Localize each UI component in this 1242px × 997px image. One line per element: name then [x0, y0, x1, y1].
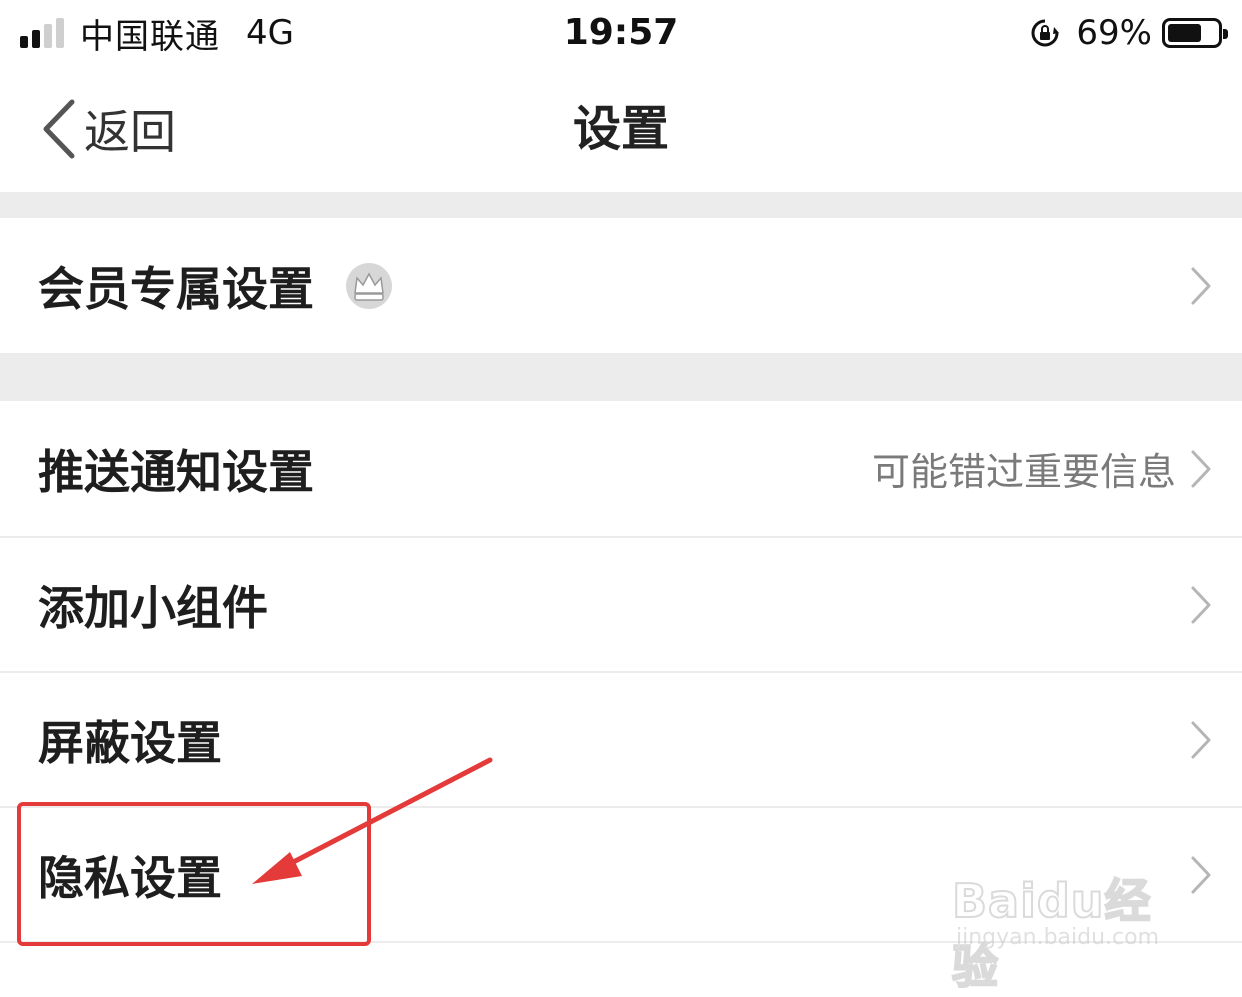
crown-icon — [346, 262, 392, 309]
settings-row-push-notifications[interactable]: 推送通知设置 可能错过重要信息 — [0, 401, 1242, 536]
page-title: 设置 — [572, 101, 669, 157]
battery-icon — [1162, 18, 1228, 48]
settings-row-label: 屏蔽设置 — [38, 715, 222, 770]
chevron-right-icon — [1191, 721, 1211, 758]
settings-row-block[interactable]: 屏蔽设置 — [0, 673, 1242, 806]
settings-row-label: 推送通知设置 — [38, 444, 314, 499]
settings-row-vip[interactable]: 会员专属设置 — [0, 218, 1242, 353]
status-bar: 中国联通 4G 19:57 69% — [0, 0, 1242, 66]
battery-percent: 69% — [1076, 13, 1152, 53]
chevron-right-icon — [1191, 267, 1211, 304]
section-gap — [0, 192, 1242, 218]
settings-row-label: 会员专属设置 — [38, 261, 314, 316]
settings-row-add-widget[interactable]: 添加小组件 — [0, 538, 1242, 671]
battery-fill — [1168, 24, 1201, 42]
settings-row-label: 添加小组件 — [38, 580, 268, 635]
settings-row-vip-label-wrap: 会员专属设置 — [38, 218, 394, 353]
settings-row-value: 可能错过重要信息 — [871, 450, 1176, 494]
navigation-bar: 返回 设置 — [0, 66, 1242, 192]
watermark-url: jingyan.baidu.com — [956, 925, 1160, 950]
watermark: Baidu经验 jingyan.baidu.com — [951, 845, 1192, 995]
chevron-right-icon — [1191, 586, 1211, 623]
section-gap — [0, 353, 1242, 401]
status-right: 69% — [1030, 8, 1228, 58]
rotation-lock-icon — [1031, 19, 1060, 47]
annotation-highlight-box — [17, 802, 371, 946]
chevron-right-icon — [1191, 856, 1211, 893]
chevron-right-icon — [1191, 450, 1211, 487]
